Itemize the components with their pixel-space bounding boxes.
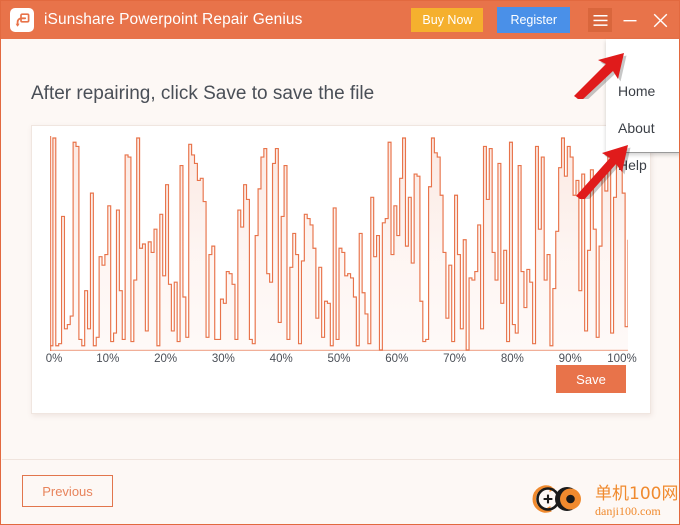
x-axis-tick-label: 90% <box>558 353 582 365</box>
danji100-circles-logo-icon <box>529 481 591 522</box>
watermark: 单机100网 danji100.com <box>529 480 679 522</box>
progress-area-chart <box>50 136 628 351</box>
x-axis-tick-label: 20% <box>154 353 178 365</box>
page-title: After repairing, click Save to save the … <box>31 83 375 104</box>
menu-item-help[interactable]: Help <box>618 157 647 173</box>
hamburger-menu-icon[interactable] <box>588 8 612 32</box>
x-axis-tick-label: 40% <box>269 353 293 365</box>
x-axis-tick-label: 0% <box>45 353 63 365</box>
watermark-text: 单机100网 danji100.com <box>595 483 679 518</box>
isunshare-repair-logo-icon <box>10 8 34 32</box>
close-icon[interactable] <box>648 8 672 32</box>
app-window: iSunshare Powerpoint Repair Genius Buy N… <box>0 0 680 525</box>
x-axis-tick-label: 70% <box>443 353 467 365</box>
main-dropdown-menu: Home About Help <box>606 39 679 173</box>
watermark-cn-text: 单机100网 <box>595 483 679 504</box>
register-button[interactable]: Register <box>497 7 570 33</box>
minimize-icon[interactable] <box>618 8 642 32</box>
menu-item-about[interactable]: About <box>618 120 655 136</box>
x-axis-tick-label: 60% <box>385 353 409 365</box>
x-axis-tick-label: 100% <box>607 353 637 365</box>
save-button[interactable]: Save <box>556 365 626 393</box>
x-axis-tick-label: 50% <box>327 353 351 365</box>
previous-button[interactable]: Previous <box>22 475 113 507</box>
buy-now-button[interactable]: Buy Now <box>411 8 484 32</box>
x-axis-tick-label: 80% <box>500 353 524 365</box>
titlebar: iSunshare Powerpoint Repair Genius Buy N… <box>1 1 679 39</box>
window-controls <box>588 8 679 32</box>
app-title: iSunshare Powerpoint Repair Genius <box>44 11 303 28</box>
menu-item-home[interactable]: Home <box>618 83 655 99</box>
x-axis-tick-label: 30% <box>211 353 235 365</box>
chart-x-axis: 0% 10% 20% 30% 40% 50% 60% 70% 80% 90% 100% <box>46 353 637 369</box>
footer-divider <box>2 459 679 460</box>
x-axis-tick-label: 10% <box>96 353 120 365</box>
chart-card: 0% 10% 20% 30% 40% 50% 60% 70% 80% 90% 100% Save <box>31 125 651 414</box>
watermark-en-text: danji100.com <box>595 503 661 518</box>
